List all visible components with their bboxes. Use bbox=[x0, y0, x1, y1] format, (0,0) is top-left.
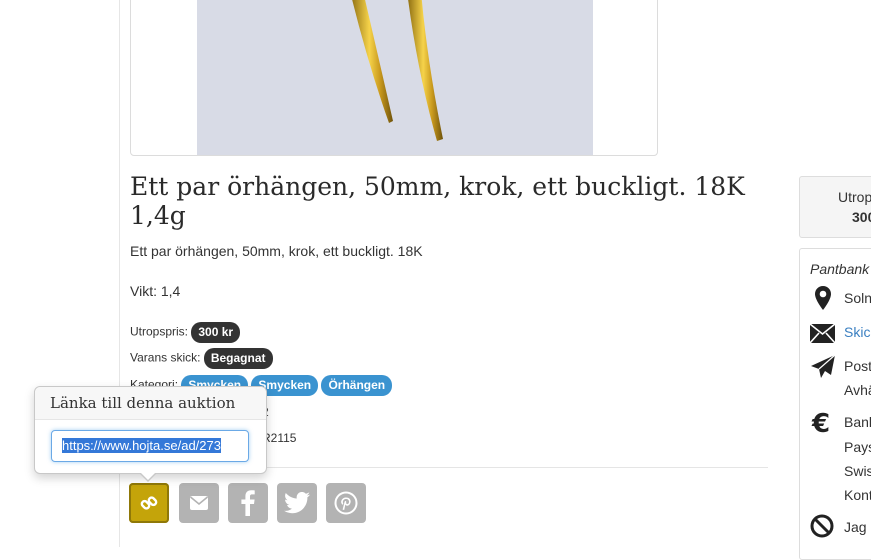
payment-line-1: Bank bbox=[844, 414, 871, 430]
condition-label: Varans skick: bbox=[130, 350, 201, 365]
condition-row: Varans skick: Begagnat bbox=[130, 348, 273, 369]
link-icon bbox=[140, 496, 158, 510]
envelope-icon bbox=[810, 323, 836, 344]
sidebar-price-box: Utrop 300 bbox=[799, 176, 871, 238]
sidebar-price-value: 300 bbox=[852, 209, 871, 225]
map-marker-icon bbox=[815, 286, 831, 310]
payment-line-4: Kont bbox=[844, 487, 871, 503]
svg-text:€: € bbox=[811, 409, 830, 435]
earring-hooks-image bbox=[352, 0, 443, 141]
payment-line-3: Swis bbox=[844, 463, 871, 479]
product-title: Ett par örhängen, 50mm, krok, ett buckli… bbox=[130, 172, 745, 230]
share-link-button[interactable] bbox=[129, 483, 169, 523]
paper-plane-icon bbox=[811, 354, 836, 378]
product-photo bbox=[197, 0, 593, 155]
seller-name[interactable]: Pantbank bbox=[810, 261, 869, 277]
popover-title: Länka till denna auktion bbox=[35, 387, 266, 420]
seller-info-box: Pantbank Soln Skic Post Avhä € Bank Pays… bbox=[799, 248, 871, 560]
product-description: Ett par örhängen, 50mm, krok, ett buckli… bbox=[130, 243, 423, 259]
shipping-line-1: Post bbox=[844, 358, 871, 374]
popover-arrow bbox=[139, 472, 157, 482]
product-image-frame[interactable] bbox=[130, 0, 658, 156]
share-link-popover: Länka till denna auktion https://www.hoj… bbox=[34, 386, 267, 482]
meta-row-partial: R2115 bbox=[262, 431, 297, 445]
facebook-icon bbox=[241, 490, 255, 516]
condition-badge: Begagnat bbox=[203, 348, 273, 369]
euro-icon: € bbox=[811, 409, 830, 435]
other-info: Jag bbox=[844, 519, 867, 535]
share-url-field[interactable]: https://www.hojta.se/ad/273 bbox=[51, 430, 249, 462]
twitter-icon bbox=[284, 492, 310, 514]
price-badge: 300 kr bbox=[191, 322, 241, 343]
contact-seller-link[interactable]: Skic bbox=[844, 324, 870, 340]
seller-location: Soln bbox=[844, 290, 871, 306]
price-label: Utropspris: bbox=[130, 324, 189, 339]
share-email-button[interactable] bbox=[179, 483, 219, 523]
shipping-line-2: Avhä bbox=[844, 382, 871, 398]
product-weight: Vikt: 1,4 bbox=[130, 283, 181, 299]
share-twitter-button[interactable] bbox=[277, 483, 317, 523]
category-badge[interactable]: Örhängen bbox=[321, 375, 393, 396]
payment-line-2: Pays bbox=[844, 439, 871, 455]
email-icon bbox=[189, 496, 209, 510]
pinterest-icon bbox=[334, 491, 358, 515]
share-url-text: https://www.hojta.se/ad/273 bbox=[62, 438, 221, 453]
sidebar-price-label: Utrop bbox=[838, 189, 871, 205]
ban-icon bbox=[810, 514, 834, 538]
share-facebook-button[interactable] bbox=[228, 483, 268, 523]
price-row: Utropspris: 300 kr bbox=[130, 322, 241, 343]
share-pinterest-button[interactable] bbox=[326, 483, 366, 523]
